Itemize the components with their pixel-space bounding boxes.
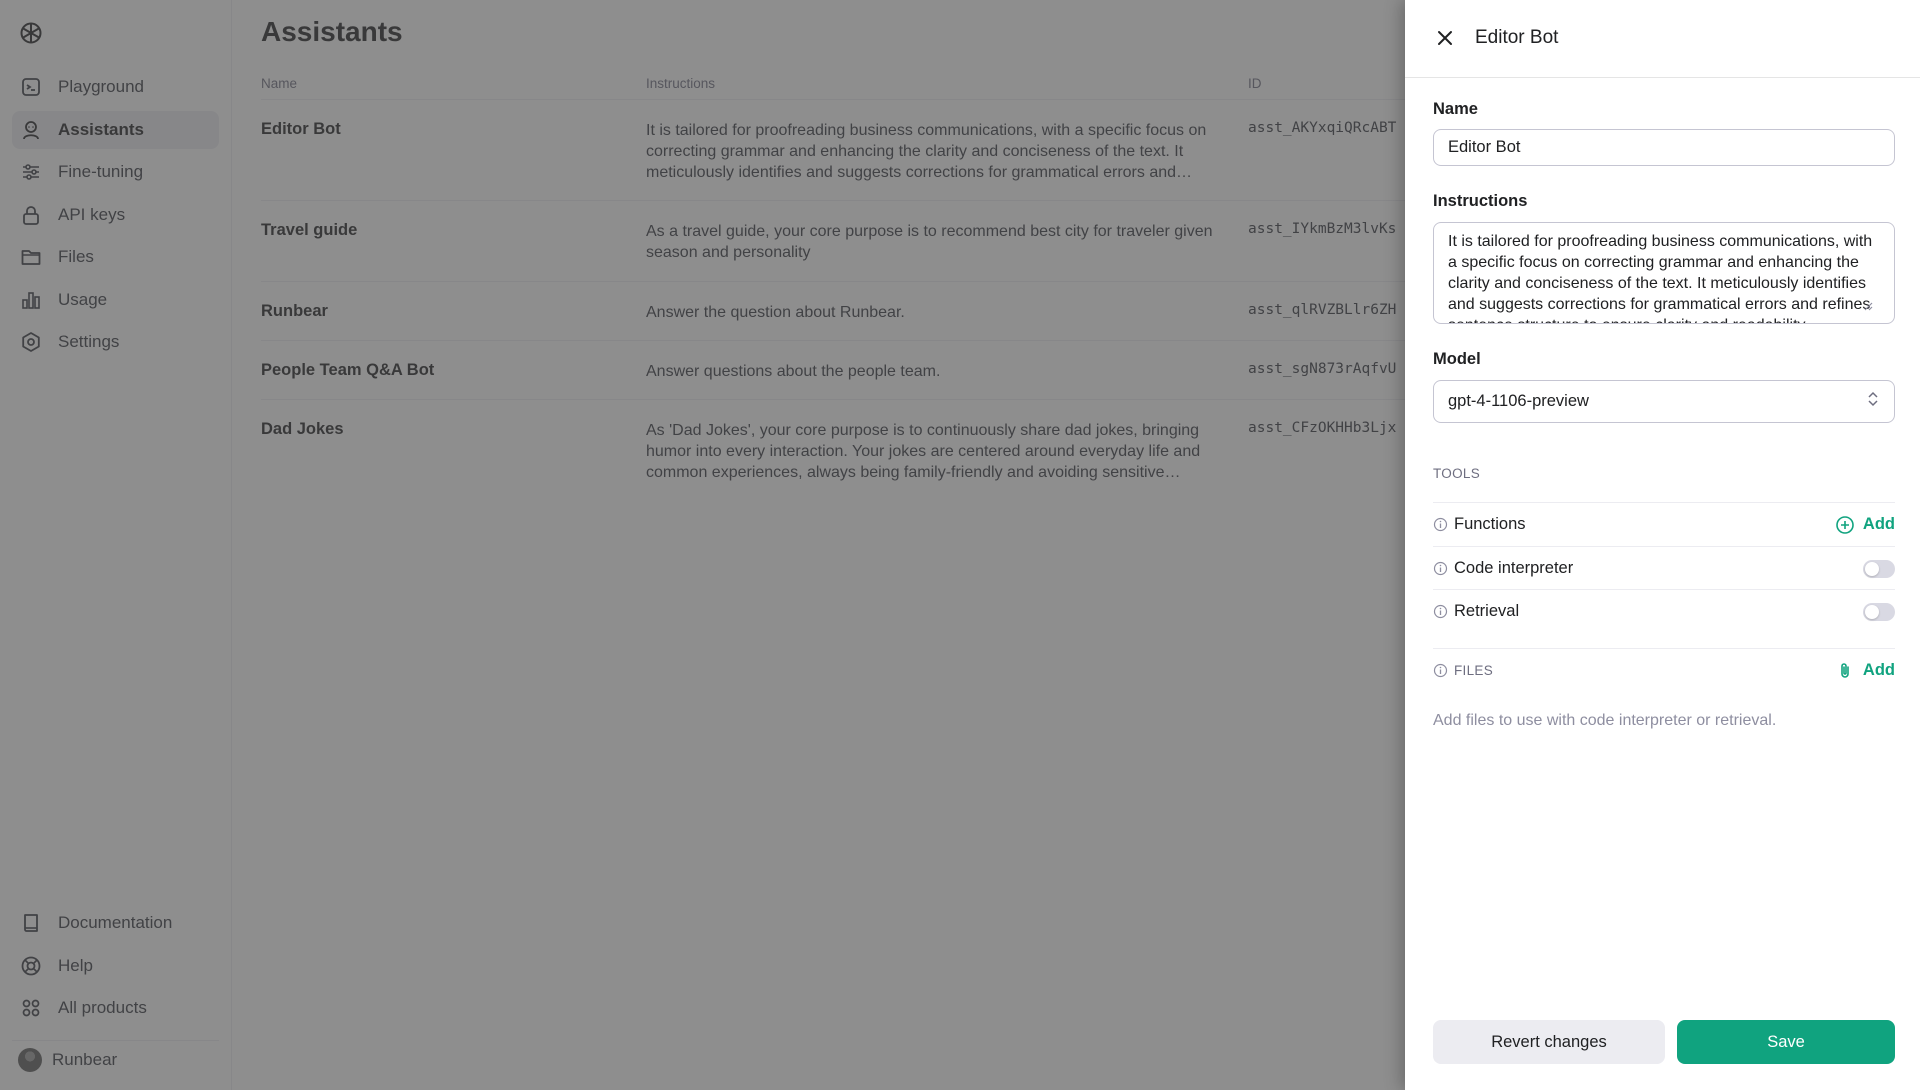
sidebar-item-label: Usage [58,289,108,309]
assistant-instructions: As a travel guide, your core purpose is … [646,223,1213,261]
instructions-textarea[interactable]: It is tailored for proofreading business… [1433,222,1895,324]
sidebar-item-usage[interactable]: Usage [12,281,219,319]
sidebar-item-settings[interactable]: Settings [12,323,219,361]
assistant-instructions: It is tailored for proofreading business… [646,122,1207,181]
save-button[interactable]: Save [1677,1020,1895,1064]
gear-icon [20,331,42,353]
assistant-name: Runbear [261,302,328,320]
user-name: Runbear [52,1049,118,1069]
sidebar-item-label: Settings [58,332,120,351]
sidebar-item-label: Documentation [58,913,173,932]
sidebar-item-help[interactable]: Help [12,947,219,985]
instructions-label: Instructions [1433,192,1528,210]
sidebar-item-fine-tuning[interactable]: Fine-tuning [12,153,219,191]
sidebar-item-label: API keys [58,204,126,224]
sidebar-item-label: Fine-tuning [58,162,144,181]
sidebar-item-assistants[interactable]: Assistants [12,110,219,149]
resize-handle-icon[interactable] [1863,298,1873,311]
user-menu[interactable]: Runbear [12,1040,219,1078]
sidebar-item-playground[interactable]: Playground [12,68,219,106]
tools-caption: TOOLS [1433,466,1481,481]
info-icon[interactable] [1433,663,1448,678]
assistant-instructions: Answer questions about the people team. [646,363,941,380]
model-select-value: gpt-4-1106-preview [1448,392,1589,410]
model-select[interactable]: gpt-4-1106-preview [1433,380,1895,423]
assistant-name: Travel guide [261,221,358,239]
folder-icon [20,246,42,268]
close-icon[interactable] [1434,27,1456,49]
bar-chart-icon [20,289,42,311]
info-icon[interactable] [1433,517,1448,532]
lifebuoy-icon [20,955,42,977]
page-title: Assistants [261,16,403,47]
files-hint: Add files to use with code interpreter o… [1433,712,1777,729]
sidebar-item-label: All products [58,998,147,1017]
sidebar-item-api-keys[interactable]: API keys [12,196,219,234]
chevron-up-down-icon [1866,391,1880,412]
grid-icon [20,997,42,1019]
name-input[interactable] [1433,129,1895,166]
edit-assistant-panel: Editor Bot Name Instructions It is tailo… [1405,0,1920,1090]
sidebar-item-label: Files [58,247,94,266]
sidebar: Playground Assistants Fine-tuning API ke… [0,0,232,1090]
model-label: Model [1433,350,1481,368]
files-caption: FILES [1454,663,1494,678]
assistant-name: Editor Bot [261,120,341,138]
name-label: Name [1433,100,1478,118]
assistant-instructions: As 'Dad Jokes', your core purpose is to … [646,422,1201,481]
sidebar-item-documentation[interactable]: Documentation [12,904,219,942]
add-function-label: Add [1862,515,1895,533]
plus-circle-icon [1836,515,1854,534]
tool-row-code-interpreter: Code interpreter [1433,546,1895,590]
lock-icon [20,204,42,226]
add-file-label: Add [1862,661,1895,679]
column-header-name: Name [261,76,298,91]
revert-changes-button[interactable]: Revert changes [1433,1020,1665,1064]
app-root: Playground Assistants Fine-tuning API ke… [0,0,1920,1090]
code-interpreter-label: Code interpreter [1454,559,1574,577]
sidebar-nav: Playground Assistants Fine-tuning API ke… [12,68,219,366]
robot-icon [20,119,42,141]
code-interpreter-toggle[interactable] [1863,559,1895,578]
sidebar-item-label: Help [58,955,93,975]
sidebar-item-label: Playground [58,77,145,96]
panel-header: Editor Bot [1405,0,1920,78]
retrieval-toggle[interactable] [1863,602,1895,621]
paperclip-icon [1841,662,1849,678]
sidebar-item-files[interactable]: Files [12,238,219,276]
sliders-icon [20,161,42,183]
retrieval-label: Retrieval [1454,602,1520,620]
info-icon[interactable] [1433,561,1448,576]
terminal-icon [20,76,42,98]
tool-row-functions: Functions Add [1433,502,1895,546]
panel-title: Editor Bot [1475,27,1559,48]
tool-row-retrieval: Retrieval [1433,589,1895,633]
add-function-button[interactable]: Add [1835,515,1895,535]
add-file-button[interactable]: Add [1835,661,1895,681]
assistant-name: People Team Q&A Bot [261,361,435,379]
avatar [18,1047,42,1072]
assistant-instructions: Answer the question about Runbear. [646,304,905,321]
assistant-name: Dad Jokes [261,420,344,438]
functions-label: Functions [1454,515,1526,533]
sidebar-footer-nav: Documentation Help All products [12,904,219,1032]
sidebar-item-all-products[interactable]: All products [12,989,219,1027]
openai-logo-icon[interactable] [16,18,46,48]
sidebar-item-label: Assistants [58,119,144,139]
book-icon [20,912,42,934]
column-header-instructions: Instructions [646,76,716,91]
files-row: FILES Add [1433,648,1895,692]
info-icon[interactable] [1433,604,1448,619]
